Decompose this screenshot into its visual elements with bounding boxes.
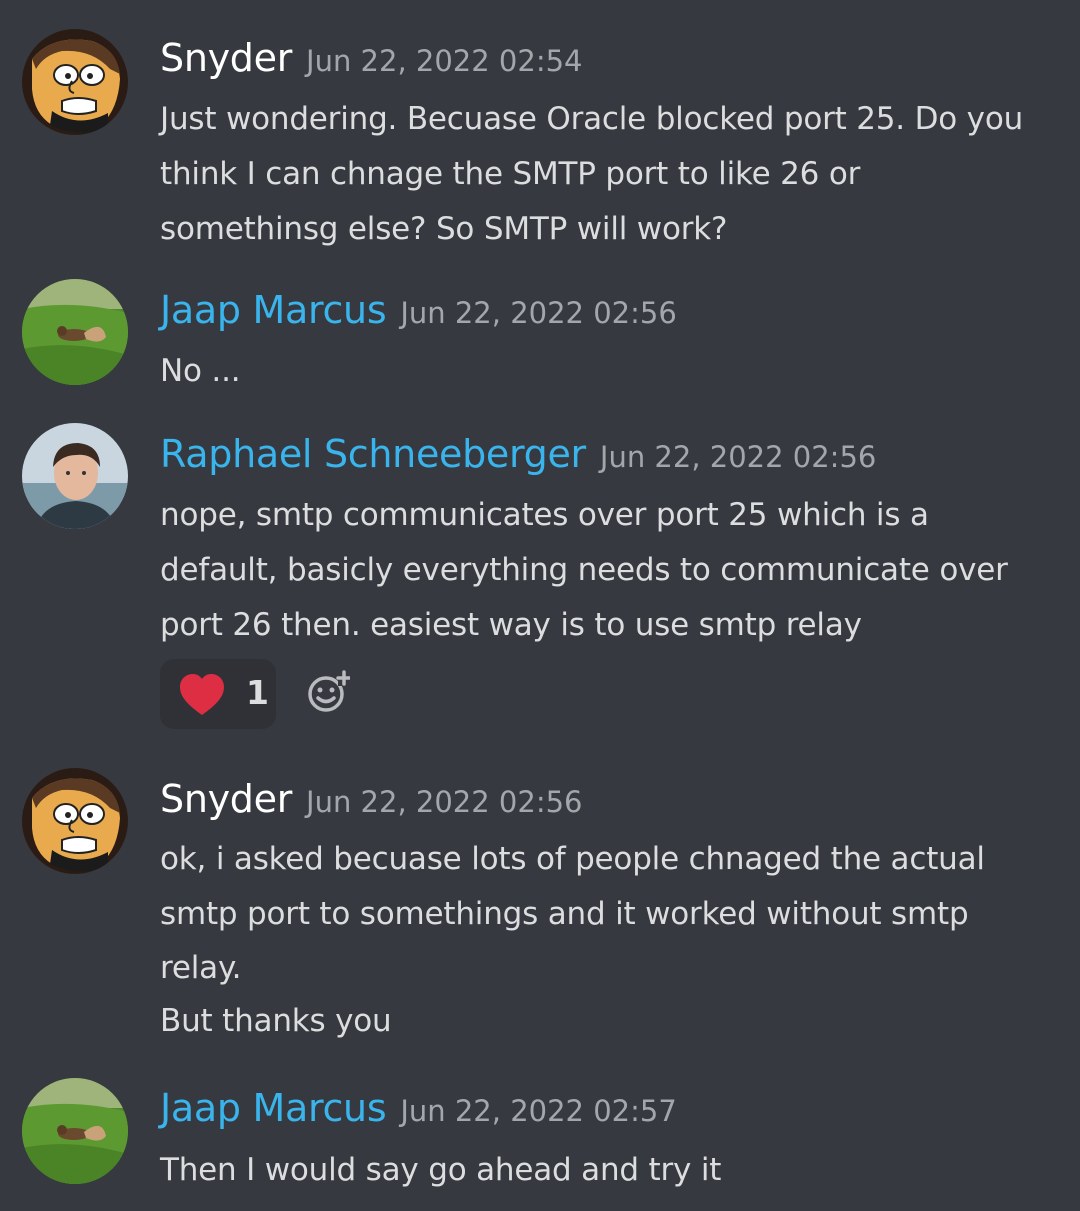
reaction-button[interactable]: 1 <box>160 659 276 729</box>
message-text-line: No ... <box>160 353 241 389</box>
message-timestamp: Jun 22, 2022 02:54 <box>306 44 583 78</box>
message-text-line: default, basicly everything needs to com… <box>160 552 1008 588</box>
message-text-line: smtp port to somethings and it worked wi… <box>160 896 969 932</box>
message-timestamp: Jun 22, 2022 02:57 <box>400 1094 677 1128</box>
author-name[interactable]: Jaap Marcus <box>160 288 387 332</box>
author-name[interactable]: Raphael Schneeberger <box>160 432 586 476</box>
message-text-line: But thanks you <box>160 1003 392 1039</box>
message-header: Jaap Marcus Jun 22, 2022 02:57 <box>160 1086 677 1130</box>
author-name[interactable]: Snyder <box>160 777 292 821</box>
squirrel-on-grass-avatar[interactable] <box>22 279 128 385</box>
message-header: Raphael Schneeberger Jun 22, 2022 02:56 <box>160 432 876 476</box>
message-content: nope, smtp communicates over port 25 whi… <box>160 488 1060 653</box>
author-name[interactable]: Snyder <box>160 36 292 80</box>
message-text-line: nope, smtp communicates over port 25 whi… <box>160 497 929 533</box>
message-content: Then I would say go ahead and try it <box>160 1143 1060 1198</box>
message-text-line: somethinsg else? So SMTP will work? <box>160 211 728 247</box>
message-text-line: Then I would say go ahead and try it <box>160 1152 722 1188</box>
young-man-photo-avatar[interactable] <box>22 423 128 529</box>
cartoon-man-avatar[interactable] <box>22 768 128 874</box>
add-reaction-icon[interactable] <box>306 670 350 714</box>
message-content: No ... <box>160 344 1060 399</box>
message-header: Snyder Jun 22, 2022 02:54 <box>160 36 583 80</box>
message-text-line: relay. <box>160 950 242 986</box>
author-name[interactable]: Jaap Marcus <box>160 1086 387 1130</box>
message-text-line: Just wondering. Becuase Oracle blocked p… <box>160 101 1024 137</box>
message-content: Just wondering. Becuase Oracle blocked p… <box>160 92 1060 257</box>
message-timestamp: Jun 22, 2022 02:56 <box>400 296 677 330</box>
reaction-count: 1 <box>246 673 269 712</box>
cartoon-man-avatar[interactable] <box>22 29 128 135</box>
message-text-line: think I can chnage the SMTP port to like… <box>160 156 861 192</box>
red-heart-icon <box>178 673 226 717</box>
message-text-line: ok, i asked becuase lots of people chnag… <box>160 841 985 877</box>
message-timestamp: Jun 22, 2022 02:56 <box>599 440 877 474</box>
message-content: ok, i asked becuase lots of people chnag… <box>160 832 1060 1048</box>
message-header: Snyder Jun 22, 2022 02:56 <box>160 777 583 821</box>
message-header: Jaap Marcus Jun 22, 2022 02:56 <box>160 288 677 332</box>
squirrel-on-grass-avatar[interactable] <box>22 1078 128 1184</box>
message-text-line: port 26 then. easiest way is to use smtp… <box>160 607 862 643</box>
message-timestamp: Jun 22, 2022 02:56 <box>306 785 583 819</box>
